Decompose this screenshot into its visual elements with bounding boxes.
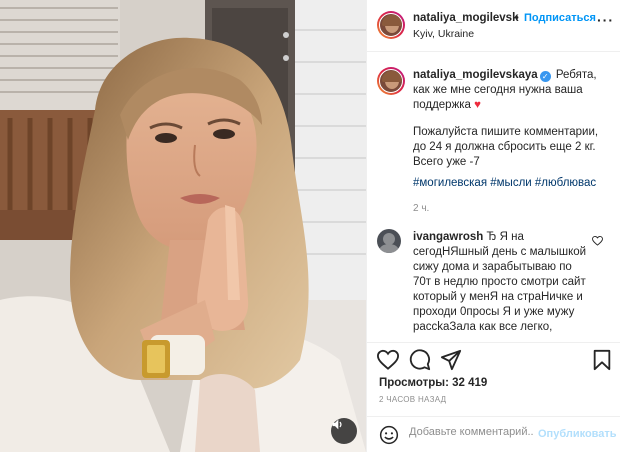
caption-author-avatar[interactable] [377,67,405,95]
comment-input[interactable] [409,426,533,438]
comment-like-heart-icon[interactable] [592,236,603,246]
heart-icon[interactable] [377,349,399,371]
comment-icon[interactable] [409,349,431,371]
caption-text-2: Пожалуйста пишите комментарии, до 24 я д… [413,126,599,168]
comments-list[interactable]: nataliya_mogilevskaya ✓ Ребята, как же мн… [367,53,620,341]
commenter-username[interactable]: ivangawrosh [413,231,483,243]
sound-toggle-button[interactable] [331,418,357,444]
follow-button[interactable]: Подписаться [524,12,596,24]
post-photo [0,0,366,452]
publish-button[interactable]: Опубликовать [538,428,617,440]
emoji-icon[interactable] [379,425,399,445]
verified-icon: ✓ [539,71,551,82]
post-header: nataliya_mogilevsk • Подписаться Kyiv, U… [367,0,620,52]
post-timestamp[interactable]: 2 ЧАСОВ НАЗАД [379,395,446,404]
caption-username[interactable]: nataliya_mogilevskaya [413,69,538,81]
comment-item: ivangawrosh Ђ Я на сегодНЯшный день с ма… [413,230,593,335]
post-location[interactable]: Kyiv, Ukraine [413,28,474,40]
separator-dot: • [515,12,519,24]
views-count[interactable]: Просмотры: 32 419 [379,377,487,389]
share-icon[interactable] [440,349,462,371]
caption-hashtags[interactable]: #могилевская #мысли #люблювас [413,177,596,189]
post-actions: Просмотры: 32 419 2 ЧАСОВ НАЗАД [367,342,620,426]
bookmark-icon[interactable] [591,349,613,371]
caption-time[interactable]: 2 ч. [413,203,429,214]
commenter-avatar[interactable] [377,229,401,253]
author-username[interactable]: nataliya_mogilevsk [413,12,518,24]
post-media[interactable] [0,0,366,452]
post-caption: nataliya_mogilevskaya ✓ Ребята, как же мн… [413,68,613,113]
red-heart-emoji: ♥ [474,99,481,111]
sound-icon [332,419,342,430]
post-side-panel: nataliya_mogilevsk • Подписаться Kyiv, U… [366,0,620,452]
comment-text: Ђ Я на сегодНЯшный день с малышкой сижу … [413,231,587,333]
more-icon[interactable]: ··· [597,12,614,28]
author-avatar[interactable] [377,11,405,39]
add-comment-bar: Опубликовать [367,416,620,452]
